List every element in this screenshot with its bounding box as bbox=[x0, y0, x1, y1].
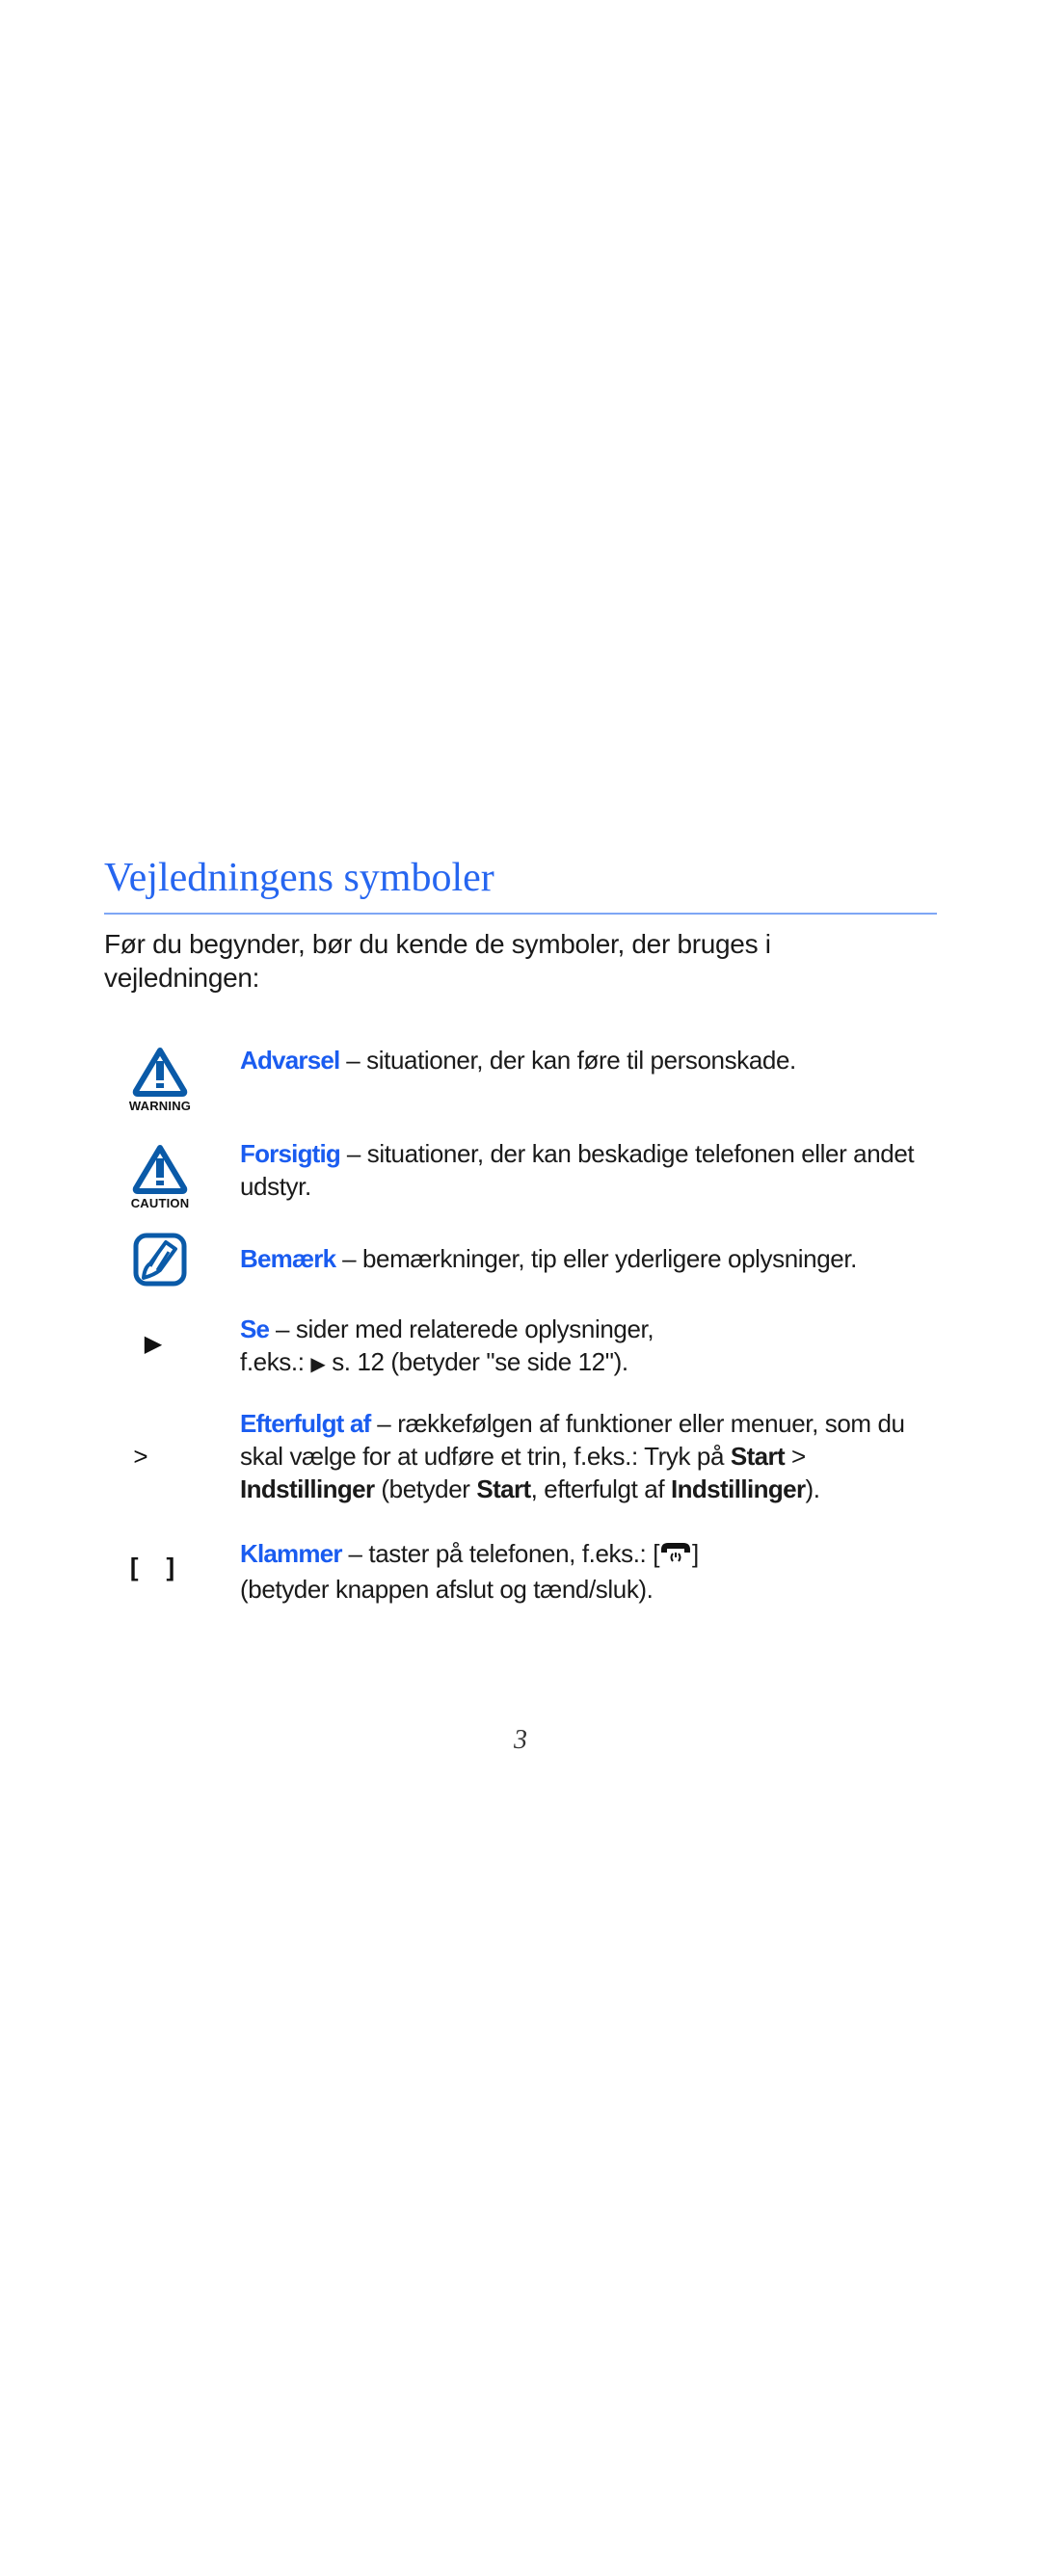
menu-start-ref: Start bbox=[476, 1474, 531, 1503]
note-icon bbox=[133, 1233, 187, 1287]
see-reference-icon: ▶ bbox=[144, 1331, 163, 1357]
see-text-line2-prefix: f.eks.: bbox=[240, 1347, 311, 1376]
see-text-line2: s. 12 (betyder "se side 12"). bbox=[325, 1347, 628, 1376]
note-keyword: Bemærk bbox=[240, 1244, 336, 1273]
note-symbol bbox=[104, 1233, 216, 1287]
followed-by-text-d: , efterfulgt af bbox=[530, 1474, 671, 1503]
caution-symbol: CAUTION bbox=[104, 1144, 216, 1210]
caution-text: – situationer, der kan beskadige telefon… bbox=[240, 1139, 915, 1201]
brackets-text-a: – taster på telefonen, f.eks.: [ bbox=[341, 1539, 660, 1568]
followed-by-text-e: ). bbox=[805, 1474, 820, 1503]
followed-by-icon: > bbox=[133, 1442, 148, 1471]
followed-by-description: Efterfulgt af – rækkefølgen af funktione… bbox=[240, 1407, 915, 1505]
caution-description: Forsigtig – situationer, der kan beskadi… bbox=[240, 1137, 934, 1203]
page-number: 3 bbox=[514, 1725, 527, 1755]
warning-label: WARNING bbox=[128, 1099, 192, 1113]
warning-description: Advarsel – situationer, der kan føre til… bbox=[240, 1044, 934, 1076]
see-description: Se – sider med relaterede oplysninger, f… bbox=[240, 1313, 934, 1381]
brackets-description: Klammer – taster på telefonen, f.eks.: [… bbox=[240, 1537, 934, 1606]
followed-by-text-b: > bbox=[785, 1442, 806, 1471]
menu-settings: Indstillinger bbox=[240, 1474, 375, 1503]
warning-symbol: WARNING bbox=[104, 1047, 216, 1113]
note-text: – bemærkninger, tip eller yderligere opl… bbox=[335, 1244, 858, 1273]
intro-text: Før du begynder, bør du kende de symbole… bbox=[104, 929, 771, 993]
brackets-text-line2: (betyder knappen afslut og tænd/sluk). bbox=[240, 1575, 654, 1604]
brackets-keyword: Klammer bbox=[240, 1539, 342, 1568]
see-keyword: Se bbox=[240, 1315, 270, 1343]
end-power-key-icon bbox=[659, 1540, 692, 1573]
menu-settings-ref: Indstillinger bbox=[670, 1474, 806, 1503]
brackets-symbol: [ ] bbox=[96, 1553, 208, 1582]
page-title: Vejledningens symboler bbox=[104, 856, 494, 900]
warning-keyword: Advarsel bbox=[240, 1046, 340, 1075]
caution-keyword: Forsigtig bbox=[240, 1139, 341, 1168]
followed-by-text-c: (betyder bbox=[374, 1474, 477, 1503]
see-text-line1: – sider med relaterede oplysninger, bbox=[269, 1315, 654, 1343]
brackets-icon: [ ] bbox=[129, 1553, 175, 1581]
warning-text: – situationer, der kan føre til personsk… bbox=[339, 1046, 796, 1075]
followed-by-keyword: Efterfulgt af bbox=[240, 1409, 371, 1438]
followed-by-symbol: > bbox=[85, 1442, 197, 1472]
inline-arrow-icon: ▶ bbox=[310, 1354, 326, 1375]
see-symbol: ▶ bbox=[97, 1330, 209, 1358]
warning-icon bbox=[132, 1048, 188, 1097]
caution-label: CAUTION bbox=[130, 1196, 190, 1210]
menu-start: Start bbox=[730, 1442, 786, 1471]
note-description: Bemærk – bemærkninger, tip eller yderlig… bbox=[240, 1242, 934, 1275]
caution-icon bbox=[132, 1145, 188, 1194]
brackets-text-b: ] bbox=[692, 1539, 699, 1568]
title-divider bbox=[104, 913, 937, 915]
